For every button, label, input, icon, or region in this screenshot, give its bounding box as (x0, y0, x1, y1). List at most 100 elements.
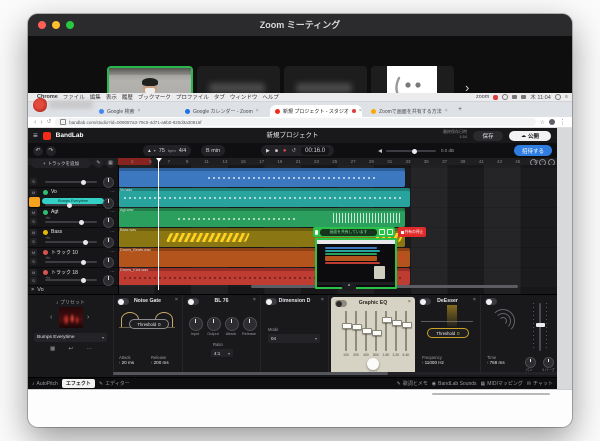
display-icon[interactable] (512, 95, 517, 99)
next-preset-button[interactable]: › (87, 314, 89, 321)
track-name[interactable]: Agt (51, 209, 59, 215)
track-row-2[interactable]: M Vo ⋯ Bumps Everytime (28, 188, 118, 208)
record-arm-indicator[interactable] (29, 197, 40, 207)
bookmark-star-icon[interactable]: ☆ (540, 119, 545, 126)
undo-button[interactable]: ↶ (33, 146, 43, 156)
menu-view[interactable]: 表示 (106, 93, 117, 101)
track-row-1[interactable]: S (28, 168, 118, 188)
track-volume-slider[interactable] (45, 204, 97, 206)
tab-autopitch[interactable]: ♪ AutoPitch (32, 381, 58, 387)
solo-button[interactable]: S (30, 238, 37, 245)
share-preview-thumbnail[interactable] (315, 238, 397, 289)
track-volume-slider[interactable] (45, 221, 97, 223)
track-menu-icon[interactable]: ⋯ (110, 189, 115, 195)
eq-slider-handle[interactable] (342, 323, 352, 329)
prev-preset-button[interactable]: ‹ (50, 314, 52, 321)
bandlab-sounds-button[interactable]: ◉ BandLab Sounds (432, 381, 477, 387)
audio-clip-2[interactable]: Vo.wav (118, 188, 410, 207)
back-button[interactable]: ‹ (34, 119, 36, 126)
mode-dropdown[interactable]: 04 ▾ (268, 334, 320, 343)
save-button[interactable]: 保存 (473, 131, 503, 141)
track-pan-knob[interactable] (103, 217, 114, 228)
preset-artwork[interactable] (59, 307, 83, 328)
autopitch-badge[interactable]: Bumps Everytime (42, 198, 104, 204)
menu-tabs[interactable]: タブ (214, 93, 225, 101)
eq-band-slider[interactable] (365, 311, 367, 351)
track-volume-slider[interactable] (45, 241, 97, 243)
mute-button[interactable]: M (30, 249, 37, 256)
eq-band-slider[interactable] (355, 311, 357, 351)
bpm-value[interactable]: 75 (159, 148, 165, 154)
track-name[interactable]: トラック 10 (51, 249, 78, 256)
time-signature[interactable]: 4/4 (179, 148, 187, 154)
dropdown-icon[interactable]: ▾ (154, 148, 156, 153)
browser-menu-icon[interactable]: ⋮ (559, 118, 566, 126)
eq-slider-handle[interactable] (382, 317, 392, 323)
remove-fx-icon[interactable]: × (253, 297, 256, 303)
track-name[interactable]: Bass (51, 229, 62, 235)
track-fx-chip[interactable]: +fx (45, 236, 50, 240)
stop-button[interactable]: ■ (275, 148, 278, 154)
menu-history[interactable]: 履歴 (122, 93, 133, 101)
track-menu-icon[interactable]: ⋯ (110, 209, 115, 215)
volume-icon[interactable] (521, 95, 526, 99)
eq-slider-handle[interactable] (372, 330, 382, 336)
eq-slider-handle[interactable] (402, 322, 412, 328)
audio-clip-1[interactable] (118, 168, 405, 187)
solo-button[interactable]: S (30, 218, 37, 225)
threshold-control[interactable]: Threshold 0 (129, 319, 169, 329)
track-row-6[interactable]: M S トラック 18 +fx ⋯ (28, 268, 118, 286)
eq-band-slider[interactable] (405, 311, 407, 351)
lyrics-button[interactable]: ✎ 歌詞とメモ (397, 380, 428, 387)
forward-button[interactable]: › (40, 119, 42, 126)
preset-dropdown[interactable]: Bumps Everytime ▾ (34, 333, 107, 342)
annotate-icon[interactable] (387, 229, 393, 235)
profile-avatar[interactable] (549, 119, 555, 125)
solo-button[interactable]: S (30, 277, 37, 284)
tab-editor[interactable]: ✎ エディター (99, 380, 130, 387)
tab-zoom-help[interactable]: Zoomで画面を共有する方法 × (366, 105, 454, 117)
time-param[interactable]: Time ‹ 768 ms (487, 355, 505, 365)
tab-google-calendar[interactable]: Google カレンダー - Zoom × (180, 105, 266, 117)
eq-band-slider[interactable] (345, 311, 347, 351)
track-volume-slider[interactable] (45, 279, 97, 281)
midi-mapping-button[interactable]: ▦ MIDIマッピング (481, 380, 523, 387)
remove-fx-icon[interactable]: × (473, 297, 476, 303)
output-knob[interactable] (207, 317, 221, 331)
track-volume-slider[interactable] (45, 261, 97, 263)
fader-handle[interactable] (536, 323, 545, 327)
spotlight-icon[interactable] (555, 94, 561, 100)
threshold-control[interactable]: Threshold 0 (427, 328, 469, 338)
release-param[interactable]: Release ‹ 200 ms (151, 355, 169, 365)
frequency-param[interactable]: Frequency ‹ 11000 Hz (422, 355, 444, 365)
mute-button[interactable]: M (30, 209, 37, 216)
level-knob[interactable] (367, 358, 379, 370)
menu-help[interactable]: ヘルプ (262, 93, 279, 101)
screen-record-icon[interactable] (493, 95, 498, 100)
eq-slider-handle[interactable] (352, 324, 362, 330)
ratio-dropdown[interactable]: 4:1 ▾ (211, 349, 233, 357)
new-tab-button[interactable]: + (458, 106, 462, 113)
zoom-titlebar[interactable]: Zoom ミーティング (28, 14, 572, 37)
menu-bookmarks[interactable]: ブックマーク (138, 93, 171, 101)
remove-fx-icon[interactable]: × (321, 297, 324, 303)
browse-presets-icon[interactable]: ▦ (50, 346, 55, 352)
tab-google-search[interactable]: Google 検索 × (94, 105, 176, 117)
control-center-icon[interactable]: ≡ (565, 94, 568, 100)
release-knob[interactable] (243, 317, 257, 331)
play-button[interactable]: ▶ (266, 148, 270, 154)
tab-close-icon[interactable]: × (359, 108, 362, 114)
track-volume-slider[interactable] (45, 181, 97, 183)
publish-button[interactable]: ☁ 公開 (509, 131, 551, 141)
mute-button[interactable]: M (30, 269, 37, 276)
attack-param[interactable]: Attack ‹ 20 ms (119, 355, 134, 365)
fx-scrollbar[interactable] (113, 372, 557, 375)
track-fx-chip[interactable]: +fx (45, 256, 50, 260)
track-row-3[interactable]: M S Agt +fx ⋯ (28, 208, 118, 228)
playhead-marker[interactable] (156, 158, 162, 162)
tab-close-icon[interactable]: × (256, 108, 259, 114)
fx-toggle[interactable] (485, 298, 497, 305)
track-fx-chip[interactable]: +fx (45, 216, 50, 220)
track-name[interactable]: トラック 18 (51, 269, 78, 276)
mixer-icon[interactable]: ▦ (106, 159, 115, 168)
